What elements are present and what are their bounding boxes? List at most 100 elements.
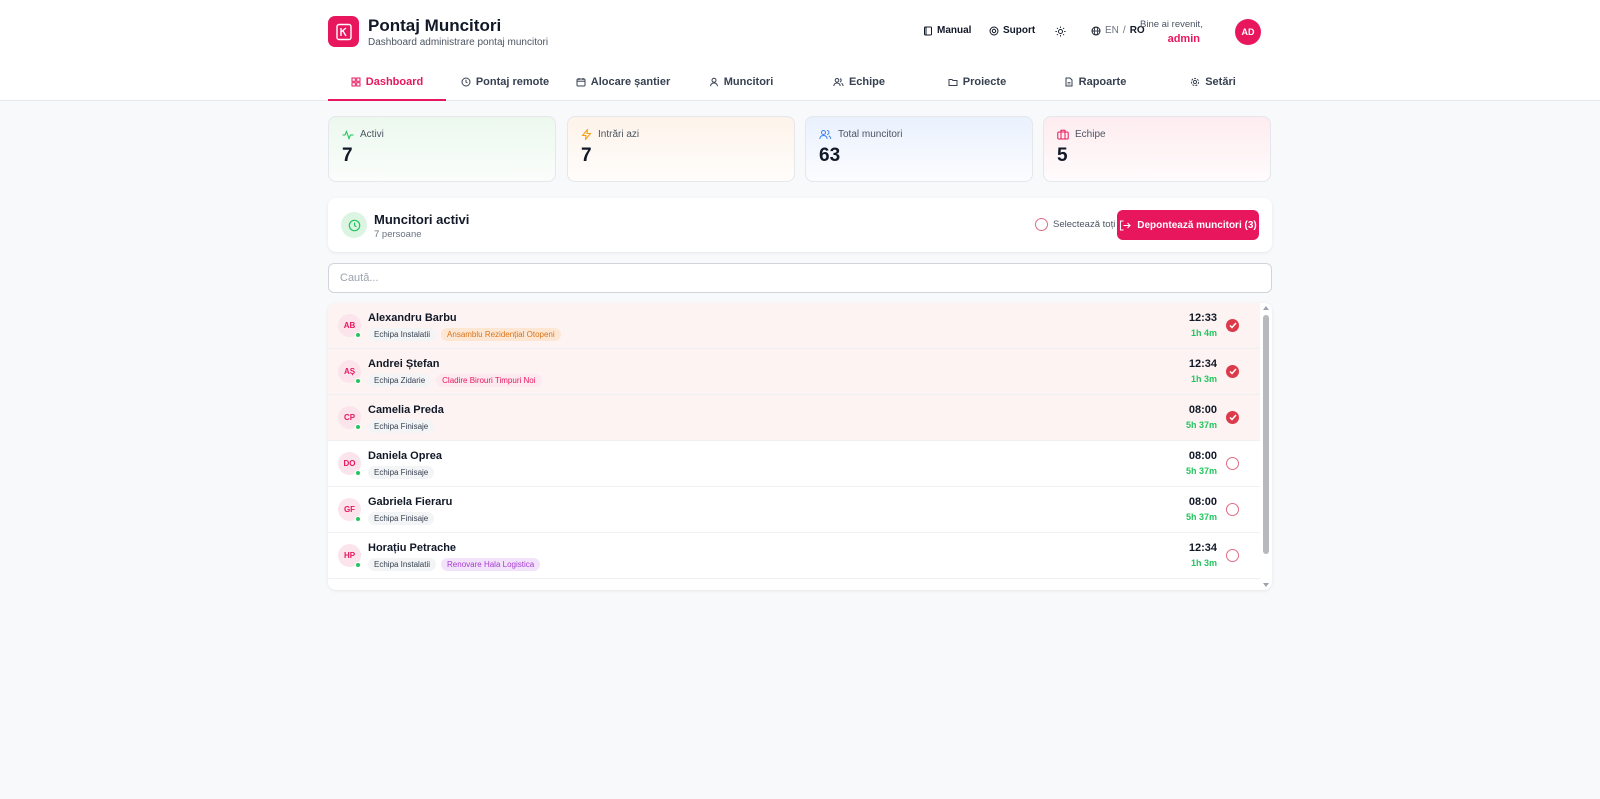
team-badge: Echipa Zidarie [368,374,432,387]
support-link[interactable]: Suport [989,25,1035,36]
worker-row[interactable]: HP Horațiu Petrache Echipa Instalatii Re… [328,533,1260,579]
lang-en[interactable]: EN [1105,25,1119,36]
lightning-icon [581,129,592,140]
tab-pontaj-remote[interactable]: Pontaj remote [446,62,564,101]
tab-echipe[interactable]: Echipe [800,62,918,101]
worker-checkbox[interactable] [1226,365,1239,378]
elapsed-duration: 1h 3m [1190,558,1217,568]
logo-mark-icon [335,23,352,40]
select-all-toggle[interactable]: Selectează toți [1035,218,1115,231]
globe-icon [1091,26,1101,35]
worker-name: Gabriela Fieraru [368,496,453,508]
manual-label: Manual [937,25,972,36]
worker-list-viewport[interactable]: AB Alexandru Barbu Echipa Instalatii Ans… [328,303,1260,590]
tab-muncitori-label: Muncitori [723,75,774,88]
tab-alocare-santier[interactable]: Alocare șantier [564,62,682,101]
select-all-label: Selectează toți [1053,219,1116,230]
tab-setari-label: Setări [1205,75,1236,88]
stat-card-total-workers: Total muncitori 63 [805,116,1033,182]
team-badge: Echipa Finisaje [368,466,435,479]
tab-muncitori[interactable]: Muncitori [682,62,800,101]
checkin-time: 08:00 [1188,496,1217,508]
briefcase-icon [1057,129,1069,140]
tab-dashboard-label: Dashboard [365,75,424,88]
team-badge: Echipa Finisaje [368,512,435,525]
tab-echipe-label: Echipe [848,75,886,88]
tab-setari[interactable]: Setări [1154,62,1272,101]
checkin-time: 12:34 [1188,358,1217,370]
app-subtitle: Dashboard administrare pontaj muncitori [368,37,549,48]
worker-checkbox[interactable] [1226,457,1239,470]
checkin-time: 08:00 [1188,404,1217,416]
panel-title: Muncitori activi [374,212,470,227]
checkin-time: 12:33 [1188,312,1217,324]
theme-toggle-button[interactable] [1055,26,1066,37]
worker-row[interactable]: AȘ Andrei Ștefan Echipa Zidarie Cladire … [328,349,1260,395]
elapsed-duration: 1h 4m [1190,328,1217,338]
grid-icon [351,77,361,86]
user-icon [709,77,718,86]
scroll-down-arrow-icon[interactable] [1263,583,1269,587]
clock-icon [348,219,360,231]
worker-row-partially-visible[interactable] [328,579,1260,590]
stat-card-active: Activi 7 [328,116,556,182]
checkin-time: 12:34 [1188,542,1217,554]
language-switcher[interactable]: EN / RO [1091,25,1145,36]
list-scrollbar[interactable] [1260,303,1272,590]
online-status-dot [355,562,361,568]
checkout-button-label: Depontează muncitori (3) [1137,219,1257,231]
worker-row[interactable]: GF Gabriela Fieraru Echipa Finisaje 08:0… [328,487,1260,533]
worker-row[interactable]: DO Daniela Oprea Echipa Finisaje 08:00 5… [328,441,1260,487]
project-badge: Ansamblu Rezidențial Otopeni [441,328,561,341]
welcome-text: Bine ai revenit, [1140,19,1203,30]
gear-icon [1191,77,1200,86]
online-status-dot [355,470,361,476]
elapsed-duration: 1h 3m [1190,374,1217,384]
worker-row[interactable]: CP Camelia Preda Echipa Finisaje 08:00 5… [328,395,1260,441]
checkin-time: 08:00 [1188,450,1217,462]
worker-checkbox[interactable] [1226,411,1239,424]
tab-proiecte-label: Proiecte [962,75,1007,88]
worker-name: Daniela Oprea [368,450,442,462]
stat-active-value: 7 [342,145,353,166]
app-logo-icon[interactable] [328,16,359,47]
worker-name: Camelia Preda [368,404,444,416]
checkmark-icon [1228,322,1237,329]
checkout-workers-button[interactable]: Depontează muncitori (3) [1117,210,1259,240]
stat-card-entries-today: Intrări azi 7 [567,116,795,182]
online-status-dot [355,378,361,384]
team-badge: Echipa Finisaje [368,420,435,433]
select-all-checkbox[interactable] [1035,218,1048,231]
team-badge: Echipa Instalatii [368,558,437,571]
tab-proiecte[interactable]: Proiecte [918,62,1036,101]
tab-alocare-santier-label: Alocare șantier [590,75,671,88]
worker-checkbox[interactable] [1226,319,1239,332]
online-status-dot [355,424,361,430]
online-status-dot [355,516,361,522]
tab-dashboard[interactable]: Dashboard [328,62,446,101]
elapsed-duration: 5h 37m [1185,512,1217,522]
scrollbar-thumb[interactable] [1263,315,1269,554]
book-icon [924,26,932,35]
worker-row[interactable]: AB Alexandru Barbu Echipa Instalatii Ans… [328,303,1260,349]
welcome-block: Bine ai revenit, admin [1140,19,1203,45]
logout-icon [1120,219,1132,231]
worker-checkbox[interactable] [1226,549,1239,562]
user-avatar[interactable]: AD [1235,19,1261,45]
checkmark-icon [1228,368,1237,375]
stat-entries-value: 7 [581,145,592,166]
lifebuoy-icon [989,26,999,35]
username: admin [1167,33,1200,45]
users-icon [819,130,832,140]
users-icon [833,77,844,86]
scroll-up-arrow-icon[interactable] [1263,306,1269,310]
worker-checkbox[interactable] [1226,503,1239,516]
project-badge: Renovare Hala Logistica [441,558,541,571]
search-input[interactable] [328,263,1272,293]
stat-total-value: 63 [819,145,841,166]
tab-rapoarte[interactable]: Rapoarte [1036,62,1154,101]
team-badge: Echipa Instalatii [368,328,437,341]
manual-link[interactable]: Manual [923,25,971,36]
elapsed-duration: 5h 37m [1185,420,1217,430]
panel-count: 7 persoane [374,229,422,240]
